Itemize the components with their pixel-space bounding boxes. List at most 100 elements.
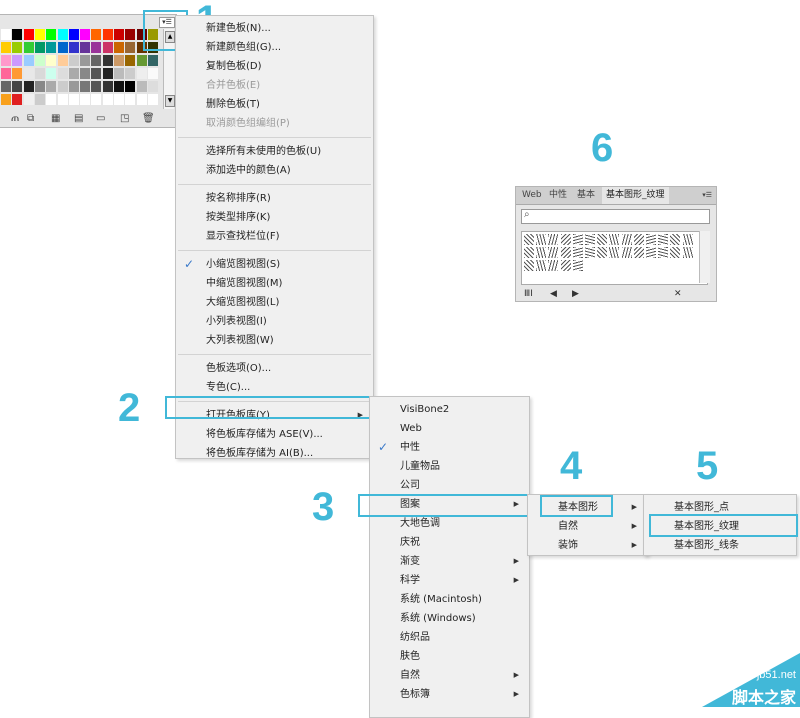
menu-item[interactable]: 复制色板(D) <box>176 57 373 76</box>
color-swatch[interactable] <box>1 81 11 92</box>
color-swatch[interactable] <box>80 94 91 105</box>
unlink-icon[interactable]: ✕ <box>674 287 682 301</box>
menu-item[interactable]: 自然 ▶ <box>370 666 529 685</box>
menu-item[interactable]: 显示查找栏位(F) <box>176 227 373 246</box>
library-icon[interactable]: ⅢⅠ <box>524 287 533 301</box>
color-swatch[interactable] <box>1 94 11 105</box>
prev-arrow-icon[interactable]: ◀ <box>550 287 557 301</box>
color-swatch[interactable] <box>12 68 23 79</box>
swatch-options-icon[interactable]: ▦ <box>51 110 60 127</box>
pattern-swatch[interactable] <box>572 260 583 271</box>
color-swatch[interactable] <box>68 29 79 40</box>
color-swatch[interactable] <box>1 55 11 66</box>
menu-item[interactable]: 大缩览图视图(L) <box>176 293 373 312</box>
pattern-swatch[interactable] <box>560 247 571 258</box>
color-swatch[interactable] <box>34 81 45 92</box>
color-swatch[interactable] <box>136 94 147 105</box>
pattern-swatch[interactable] <box>633 247 644 258</box>
menu-item[interactable]: 色标簿 ▶ <box>370 685 529 704</box>
color-swatch[interactable] <box>23 42 34 53</box>
color-swatch[interactable] <box>102 68 113 79</box>
color-swatch[interactable] <box>80 68 91 79</box>
pattern-swatch[interactable] <box>609 247 620 258</box>
library-menu-icon[interactable]: ጠ <box>11 110 19 127</box>
pattern-swatch[interactable] <box>658 234 669 245</box>
menu-item[interactable]: 中缩览图视图(M) <box>176 274 373 293</box>
tab-basic[interactable]: 基本 <box>577 187 595 204</box>
color-swatch[interactable] <box>136 81 147 92</box>
color-swatch[interactable] <box>23 29 34 40</box>
color-swatch[interactable] <box>125 42 136 53</box>
color-swatch[interactable] <box>114 55 124 66</box>
color-swatch[interactable] <box>125 29 136 40</box>
color-swatch[interactable] <box>57 81 68 92</box>
tab-web[interactable]: Web <box>522 187 542 204</box>
color-swatch[interactable] <box>80 29 91 40</box>
pattern-swatch[interactable] <box>585 234 595 245</box>
color-swatch[interactable] <box>34 94 45 105</box>
color-swatch[interactable] <box>23 94 34 105</box>
color-swatch[interactable] <box>114 42 124 53</box>
color-swatch[interactable] <box>125 81 136 92</box>
color-swatch[interactable] <box>12 81 23 92</box>
color-swatch[interactable] <box>23 68 34 79</box>
color-swatch[interactable] <box>1 42 11 53</box>
pattern-swatch[interactable] <box>682 234 693 245</box>
menu-item[interactable]: 肤色 <box>370 647 529 666</box>
pattern-swatch[interactable] <box>548 247 559 258</box>
pattern-swatch[interactable] <box>609 234 620 245</box>
new-group-icon[interactable]: ▭ <box>96 110 105 127</box>
color-swatch[interactable] <box>46 42 57 53</box>
menu-item[interactable]: 装饰 ▶ <box>528 536 647 555</box>
pattern-swatch[interactable] <box>670 234 681 245</box>
color-swatch[interactable] <box>125 68 136 79</box>
menu-item[interactable]: 系统 (Macintosh) <box>370 590 529 609</box>
color-swatch[interactable] <box>80 81 91 92</box>
color-swatch[interactable] <box>91 29 102 40</box>
menu-item[interactable]: 新建色板(N)... <box>176 19 373 38</box>
color-swatch[interactable] <box>12 42 23 53</box>
color-swatch[interactable] <box>91 81 102 92</box>
menu-item[interactable]: 基本图形_线条 <box>644 536 796 555</box>
color-swatch[interactable] <box>147 81 158 92</box>
pattern-swatch[interactable] <box>560 260 571 271</box>
menu-item[interactable]: 选择所有未使用的色板(U) <box>176 142 373 161</box>
menu-item[interactable]: 小列表视图(I) <box>176 312 373 331</box>
menu-item[interactable]: 专色(C)... <box>176 378 373 397</box>
delete-icon[interactable]: 🗑 <box>142 110 155 127</box>
color-swatch[interactable] <box>68 81 79 92</box>
next-arrow-icon[interactable]: ▶ <box>572 287 579 301</box>
pattern-swatch[interactable] <box>548 234 559 245</box>
pattern-swatch[interactable] <box>633 234 644 245</box>
color-swatch[interactable] <box>57 29 68 40</box>
color-swatch[interactable] <box>136 55 147 66</box>
menu-item[interactable]: 中性 ✓ <box>370 438 529 457</box>
pattern-swatch[interactable] <box>536 234 547 245</box>
menu-item[interactable]: 自然 ▶ <box>528 517 647 536</box>
menu-item[interactable]: 科学 ▶ <box>370 571 529 590</box>
menu-item[interactable]: 取消颜色组编组(P) <box>176 114 373 133</box>
tab-neutral[interactable]: 中性 <box>549 187 567 204</box>
color-swatch[interactable] <box>114 29 124 40</box>
color-swatch[interactable] <box>147 68 158 79</box>
color-swatch[interactable] <box>102 42 113 53</box>
color-swatch[interactable] <box>46 94 57 105</box>
pattern-swatch[interactable] <box>536 260 547 271</box>
pattern-swatch[interactable] <box>682 247 693 258</box>
menu-item[interactable]: 公司 <box>370 476 529 495</box>
color-swatch[interactable] <box>57 55 68 66</box>
color-swatch[interactable] <box>57 68 68 79</box>
menu-item[interactable]: 系统 (Windows) <box>370 609 529 628</box>
color-swatch[interactable] <box>114 81 124 92</box>
color-swatch[interactable] <box>68 68 79 79</box>
menu-item[interactable]: Web <box>370 419 529 438</box>
pattern-swatch[interactable] <box>536 247 547 258</box>
color-swatch[interactable] <box>23 81 34 92</box>
color-swatch[interactable] <box>1 68 11 79</box>
color-swatch[interactable] <box>147 94 158 105</box>
menu-item[interactable]: 小缩览图视图(S) ✓ <box>176 255 373 274</box>
pattern-swatch[interactable] <box>548 260 559 271</box>
color-swatch[interactable] <box>91 55 102 66</box>
lib-scrollbar[interactable] <box>699 231 710 283</box>
color-swatch[interactable] <box>46 81 57 92</box>
